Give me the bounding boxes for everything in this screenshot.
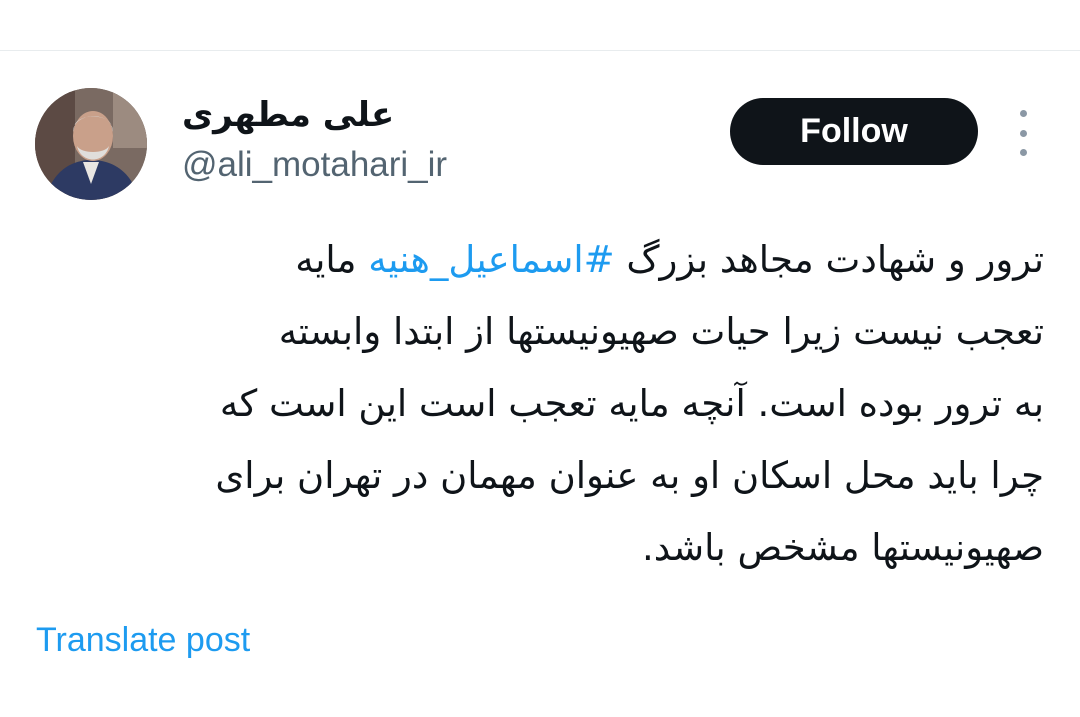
avatar[interactable]: [35, 88, 147, 200]
more-dot: [1019, 110, 1027, 117]
tweet-text-segment: مایه: [295, 238, 369, 281]
hashtag-link[interactable]: #اسماعیل_هنیه: [368, 238, 614, 281]
display-name[interactable]: علی مطهری: [182, 93, 394, 137]
tweet-line-3: به ترور بوده است. آنچه مایه تعجب است این…: [219, 382, 1044, 425]
user-handle[interactable]: @ali_motahari_ir: [182, 142, 447, 188]
tweet-line-2: تعجب نیست زیرا حیات صهیونیستها از ابتدا …: [278, 310, 1044, 353]
more-vertical-icon[interactable]: [1008, 110, 1038, 156]
profile-photo-icon: [35, 88, 147, 200]
top-divider: [0, 50, 1080, 51]
tweet-text-segment: ترور و شهادت مجاهد بزرگ: [614, 238, 1044, 281]
tweet-text: ترور و شهادت مجاهد بزرگ #اسماعیل_هنیه ما…: [84, 224, 1044, 584]
more-dot: [1019, 129, 1027, 137]
tweet-line-5: صهیونیستها مشخص باشد.: [641, 526, 1044, 569]
follow-button[interactable]: Follow: [730, 98, 978, 165]
tweet-line-1: ترور و شهادت مجاهد بزرگ #اسماعیل_هنیه ما…: [84, 224, 1044, 296]
more-dot: [1019, 149, 1027, 156]
translate-post-link[interactable]: Translate post: [36, 618, 250, 662]
tweet-line-4: چرا باید محل اسکان او به عنوان مهمان در …: [215, 454, 1044, 497]
